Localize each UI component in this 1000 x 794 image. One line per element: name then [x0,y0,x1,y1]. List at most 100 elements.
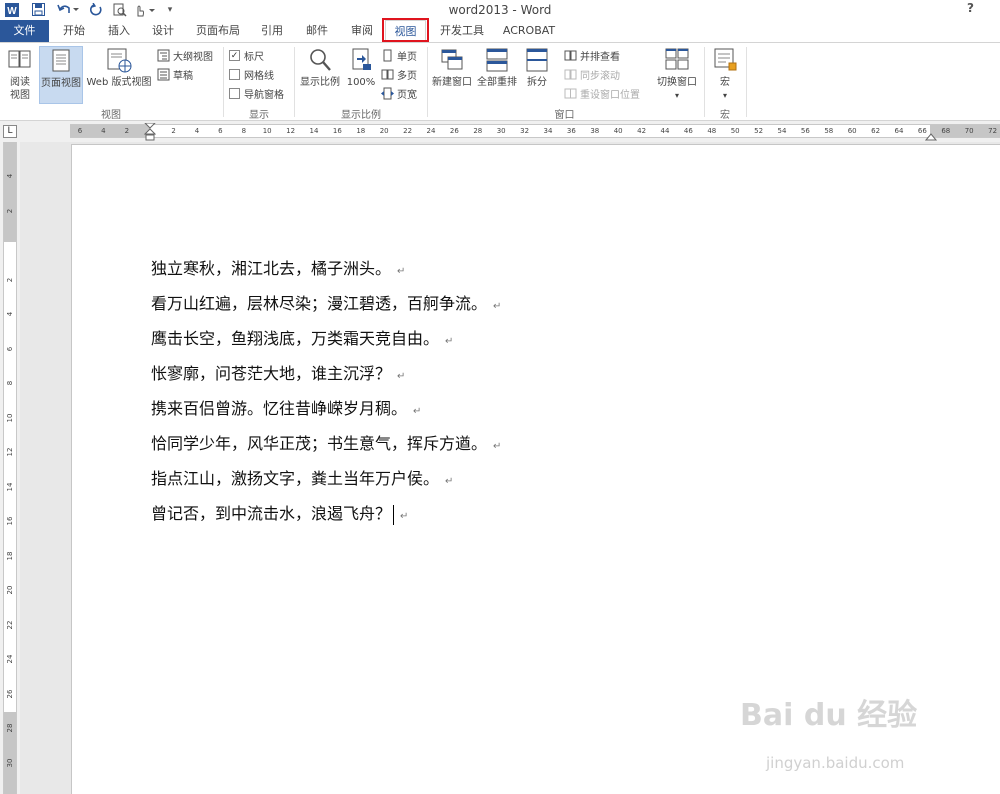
ruler-tick-label: 14 [6,482,14,491]
ruler-tick-label: 56 [800,127,810,135]
indent-marker-icon[interactable] [144,123,156,141]
document-line[interactable]: 携来百侣曾游。忆往昔峥嵘岁月稠。 ↵ [151,395,421,419]
macros-button[interactable]: 宏 ▾ [709,46,741,104]
outline-label: 大纲视图 [173,52,213,63]
switch-windows-icon [665,48,689,70]
zoom-100-button[interactable]: 100% [344,46,378,104]
ruler-tick-label: 28 [473,127,483,135]
document-line[interactable]: 怅寥廓，问苍茫大地，谁主沉浮？ ↵ [151,360,405,384]
draft-label: 草稿 [173,71,193,82]
print-layout-button[interactable]: 页面视图 [39,46,83,104]
zoom-100-icon [352,48,371,70]
tab-design[interactable]: 设计 [147,20,179,42]
document-line[interactable]: 指点江山，激扬文字，粪土当年万户侯。 ↵ [151,465,453,489]
ruler-tick-label: 18 [356,127,366,135]
new-window-label: 新建窗口 [432,77,472,88]
ruler-tick-label: 18 [6,551,14,560]
draft-button[interactable]: 草稿 [157,66,193,83]
ruler-tick-label: 22 [403,127,413,135]
document-line[interactable]: 恰同学少年，风华正茂；书生意气，挥斥方遒。 ↵ [151,430,501,454]
outline-icon [157,49,170,62]
tab-selector[interactable]: L [3,125,17,138]
document-line[interactable]: 独立寒秋，湘江北去，橘子洲头。 ↵ [151,255,405,279]
ruler-tick-label: 20 [6,585,14,595]
macros-icon [714,48,737,71]
multi-page-button[interactable]: 多页 [381,66,417,83]
ruler-tick-label: 26 [6,689,14,698]
arrange-all-label: 全部重排 [477,77,517,88]
side-by-side-button[interactable]: 并排查看 [564,47,620,64]
ruler-tick-label: 46 [683,127,693,135]
group-label-zoom: 显示比例 [341,110,381,121]
help-button[interactable]: ? [967,1,974,15]
paragraph-mark: ↵ [445,336,454,347]
tab-view[interactable]: 视图 [385,20,426,42]
ruler-tick-label: 6 [218,127,223,135]
page-width-label: 页宽 [397,90,417,101]
outline-button[interactable]: 大纲视图 [157,47,213,64]
ruler-checkbox[interactable]: ✓ 标尺 [229,47,264,64]
group-label-show: 显示 [249,110,269,121]
one-page-button[interactable]: 单页 [381,47,417,64]
word-window: W ▾ word2013 - Word ? 文件 开始 插入 设计 页面布局 引… [0,0,1000,794]
switch-windows-button[interactable]: 切换窗口 ▾ [652,46,702,104]
ruler-tick-label: 12 [6,447,14,457]
ruler-tick-label: 12 [286,127,296,135]
ruler-tick-label: 10 [262,127,272,135]
ruler-tick-label: 68 [941,127,951,135]
document-line[interactable]: 曾记否，到中流击水，浪遏飞舟？ ↵ [151,500,408,525]
chevron-down-icon: ▾ [674,91,679,100]
ruler-tick-label: 2 [171,127,176,135]
gridlines-check-icon [229,69,240,80]
read-mode-button[interactable]: 阅读 视图 [3,46,37,104]
ruler-tick-label: 70 [964,127,974,135]
tab-insert[interactable]: 插入 [103,20,135,42]
ruler-tick-label: 52 [754,127,764,135]
page-width-icon [381,87,394,100]
ruler-tick-label: 50 [730,127,740,135]
tab-home[interactable]: 开始 [58,20,90,42]
split-button[interactable]: 拆分 [521,46,553,104]
tab-references[interactable]: 引用 [256,20,288,42]
ruler-tick-label: 72 [988,127,998,135]
read-mode-label: 阅读 视图 [10,77,30,101]
gridlines-checkbox[interactable]: 网格线 [229,66,274,83]
sync-scroll-icon [564,69,577,80]
zoom-button[interactable]: 显示比例 [298,46,342,104]
group-label-views: 视图 [101,110,121,121]
nav-pane-checkbox[interactable]: 导航窗格 [229,85,284,102]
switch-windows-label: 切换窗口 [657,77,697,88]
ruler-tick-label: 60 [847,127,857,135]
sync-scroll-button[interactable]: 同步滚动 [564,66,620,83]
tab-acrobat[interactable]: ACROBAT [500,20,558,42]
ruler-tick-label: 34 [543,127,553,135]
new-window-button[interactable]: 新建窗口 [430,46,474,104]
arrange-all-button[interactable]: 全部重排 [475,46,519,104]
tab-developer[interactable]: 开发工具 [436,20,488,42]
ruler-tick-label: 2 [6,277,14,282]
ruler-tick-label: 8 [241,127,247,135]
tab-page-layout[interactable]: 页面布局 [193,20,243,42]
reset-position-icon [564,88,577,99]
document-line[interactable]: 鹰击长空，鱼翔浅底，万类霜天竞自由。 ↵ [151,325,453,349]
ruler-tick-label: 20 [379,127,389,135]
reset-position-button[interactable]: 重设窗口位置 [564,85,640,102]
zoom-label: 显示比例 [300,77,340,88]
document-line[interactable]: 看万山红遍，层林尽染；漫江碧透，百舸争流。 ↵ [151,290,501,314]
vertical-ruler[interactable]: 4 2 2 4 6 8 10 12 14 16 18 20 22 24 26 28 30 [3,142,17,794]
tab-review[interactable]: 审阅 [346,20,378,42]
one-page-label: 单页 [397,52,417,63]
tab-mailings[interactable]: 邮件 [301,20,333,42]
multi-page-icon [381,69,394,80]
web-layout-button[interactable]: Web 版式视图 [85,46,153,104]
ruler-tick-label: 16 [6,516,14,526]
paragraph-mark: ↵ [400,511,409,522]
ruler-tick-label: 10 [6,413,14,422]
tab-file[interactable]: 文件 [0,20,49,42]
ruler-tick-label: 28 [6,723,14,733]
horizontal-ruler[interactable]: 6 4 2 2 4 6 8 10 12 14 16 18 20 22 24 26 28 30 32 34 36 38 40 4… [70,123,1000,141]
ruler-tick-label: 22 [6,620,14,629]
ruler-tick-label: 24 [6,654,14,664]
magnifier-icon [310,49,331,71]
page-width-button[interactable]: 页宽 [381,85,417,102]
